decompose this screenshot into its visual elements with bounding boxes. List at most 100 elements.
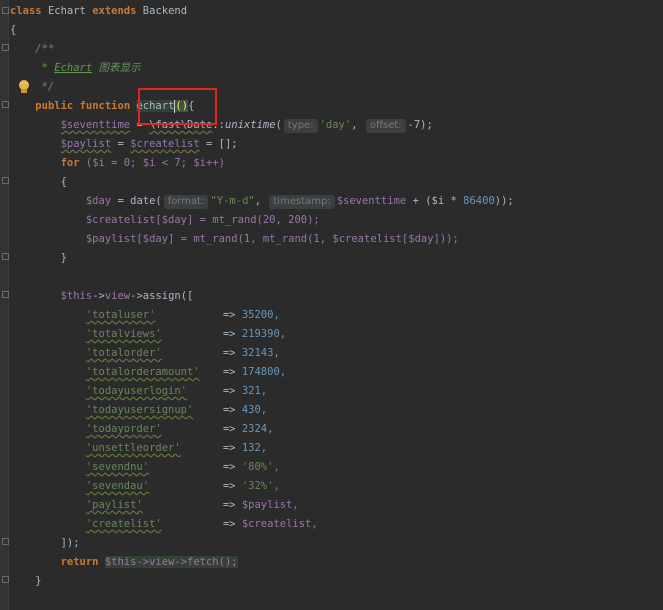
code-editor[interactable]: class Echart extends Backend { /** * Ech… — [10, 2, 663, 610]
operator: -> — [92, 290, 105, 302]
arrow-operator: => — [222, 404, 236, 416]
fold-marker[interactable] — [2, 44, 9, 51]
operator: = — [111, 138, 131, 150]
doc-comment: /** — [35, 43, 55, 55]
fold-marker[interactable] — [2, 576, 9, 583]
code-line: $seventtime = \fast\Date::unixtime(type:… — [10, 116, 663, 135]
code-text: -7); — [407, 119, 433, 131]
array-entry: 'unsettleorder' => 132, — [10, 439, 663, 458]
array-entry: 'totalviews' => 219390, — [10, 325, 663, 344]
array-key: 'createlist' — [85, 518, 162, 530]
fold-marker[interactable] — [2, 101, 9, 108]
array-key: 'totalorder' — [85, 347, 162, 359]
array-key: 'unsettleorder' — [85, 442, 181, 454]
editor-gutter — [0, 0, 9, 610]
comma: , — [254, 195, 262, 207]
arrow-operator: => — [222, 518, 236, 530]
number: 86400 — [463, 195, 495, 207]
arrow-operator: => — [222, 347, 236, 359]
arrow-operator: => — [222, 480, 236, 492]
fold-marker[interactable] — [2, 7, 9, 14]
code-line: */ — [10, 78, 663, 97]
arrow-operator: => — [222, 442, 236, 454]
code-text: ($i = 0; $i < 7; $i++) — [79, 157, 225, 169]
arrow-operator: => — [222, 385, 236, 397]
operator: -> — [130, 290, 143, 302]
array-key: 'todayorder' — [85, 423, 162, 435]
doc-comment: * — [41, 62, 48, 74]
code-line: $paylist = $createlist = []; — [10, 135, 663, 154]
array-key: 'todayusersignup' — [85, 404, 194, 416]
code-line: { — [10, 21, 663, 40]
keyword: extends — [92, 5, 137, 17]
class-name: Echart — [47, 5, 86, 17]
variable: $seventtime — [336, 195, 407, 207]
array-entry: 'sevendnu' => '80%', — [10, 458, 663, 477]
array-value: $paylist, — [241, 499, 299, 511]
code-text: ]); — [60, 537, 80, 549]
keyword: return — [60, 556, 99, 568]
highlight-box — [138, 88, 217, 125]
array-entry: 'todayuserlogin' => 321, — [10, 382, 663, 401]
array-key: 'todayuserlogin' — [85, 385, 188, 397]
array-value: '32%', — [241, 480, 280, 492]
array-key: 'sevendau' — [85, 480, 150, 492]
code-line: $day = date(format: "Y-m-d", timestamp: $s… — [10, 192, 663, 211]
brace: { — [60, 176, 67, 188]
return-expression: $this->view->fetch(); — [104, 556, 238, 568]
code-line: /** — [10, 40, 663, 59]
code-line: { — [10, 173, 663, 192]
code-text: + ($i * — [406, 195, 464, 207]
arrow-operator: => — [222, 461, 236, 473]
array-key: 'sevendnu' — [85, 461, 150, 473]
array-entry: 'createlist' => $createlist, — [10, 515, 663, 534]
paren: ( — [275, 119, 282, 131]
array-entry: 'totalorder' => 32143, — [10, 344, 663, 363]
keyword: class — [10, 5, 42, 17]
arrow-operator: => — [222, 328, 236, 340]
fold-marker[interactable] — [2, 291, 9, 298]
keyword: for — [60, 157, 80, 169]
param-hint: format: — [163, 195, 209, 209]
doc-comment: */ — [41, 81, 55, 93]
code-line: $createlist[$day] = mt_rand(20, 200); — [10, 211, 663, 230]
array-value: 2324, — [241, 423, 274, 435]
fold-marker[interactable] — [2, 177, 9, 184]
brace: { — [10, 24, 17, 36]
code-line: for ($i = 0; $i < 7; $i++) — [10, 154, 663, 173]
array-value: 430, — [241, 404, 268, 416]
property: view — [104, 290, 131, 302]
code-text: = []; — [199, 138, 238, 150]
array-value: 132, — [241, 442, 268, 454]
arrow-operator: => — [222, 423, 236, 435]
array-value: 32143, — [241, 347, 280, 359]
arrow-operator: => — [222, 499, 236, 511]
variable: $seventtime — [60, 119, 131, 131]
code-text: )); — [494, 195, 514, 207]
param-hint: offset: — [365, 119, 406, 133]
keyword: function — [79, 100, 131, 112]
array-key: 'paylist' — [85, 499, 143, 511]
code-text: ([ — [180, 290, 194, 302]
array-entry: 'sevendau' => '32%', — [10, 477, 663, 496]
variable: $day — [85, 195, 112, 207]
array-value: 35200, — [241, 309, 280, 321]
lightbulb-icon[interactable] — [18, 80, 30, 94]
brace: } — [60, 252, 67, 264]
array-key: 'totaluser' — [85, 309, 156, 321]
string: "Y-m-d" — [210, 195, 255, 207]
fold-marker[interactable] — [2, 253, 9, 260]
fold-marker[interactable] — [2, 538, 9, 545]
doc-comment-tag: Echart — [54, 62, 93, 74]
code-line: $paylist[$day] = mt_rand(1, mt_rand(1, $… — [10, 230, 663, 249]
arrow-operator: => — [222, 366, 236, 378]
variable: $paylist — [60, 138, 112, 150]
assign-array-entries: 'totaluser' => 35200, 'totalviews' => 2193… — [10, 306, 663, 534]
comma: , — [351, 119, 358, 131]
array-entry: 'totalorderamount' => 174800, — [10, 363, 663, 382]
array-value: 219390, — [241, 328, 287, 340]
array-value: '80%', — [241, 461, 280, 473]
code-text: = date( — [111, 195, 162, 207]
array-value: 321, — [241, 385, 268, 397]
